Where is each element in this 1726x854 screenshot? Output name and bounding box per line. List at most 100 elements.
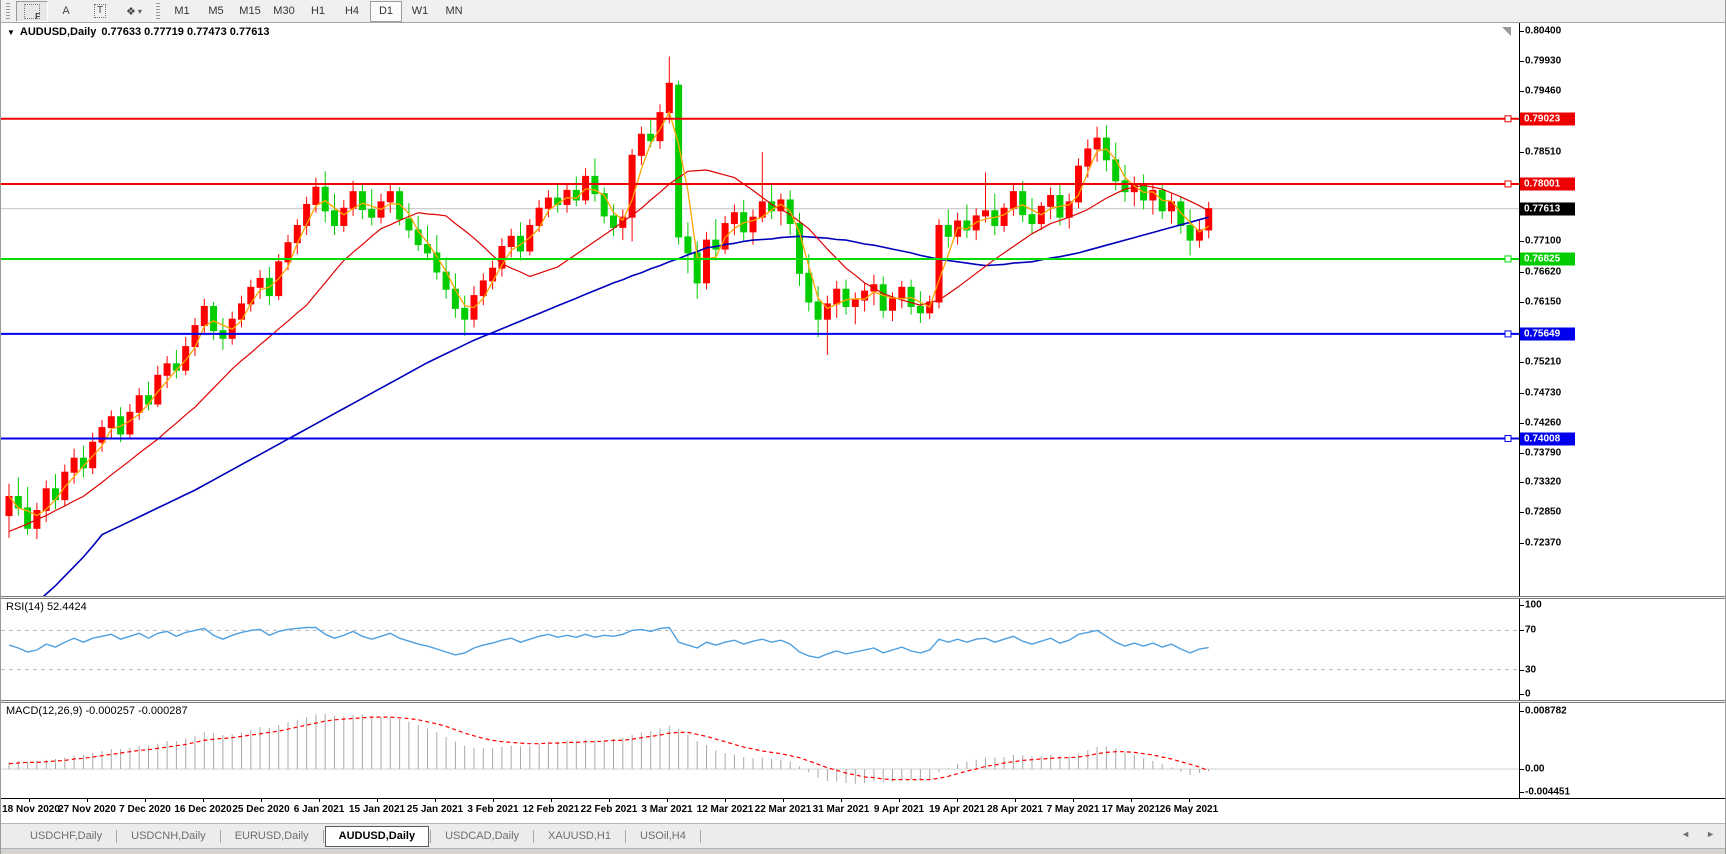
time-axis-tick: [1131, 799, 1132, 802]
macd-pane[interactable]: MACD(12,26,9) -0.000257 -0.000287 0.0087…: [1, 703, 1726, 798]
candle: [601, 187, 607, 223]
line-handle[interactable]: [1505, 181, 1511, 187]
tab-scroll-right-icon[interactable]: ►: [1706, 829, 1715, 839]
candle: [443, 257, 449, 298]
timeframe-button-w1[interactable]: W1: [404, 1, 436, 22]
time-axis-label: 17 May 2021: [1102, 804, 1160, 815]
price-axis-label: 0.74260: [1525, 417, 1561, 428]
timeframe-button-mn[interactable]: MN: [438, 1, 470, 22]
timeframe-button-h1[interactable]: H1: [302, 1, 334, 22]
candle: [936, 219, 942, 308]
tab-scroll-left-icon[interactable]: ◄: [1681, 829, 1690, 839]
macd-axis-tick: [1520, 792, 1524, 793]
timeframe-button-h4[interactable]: H4: [336, 1, 368, 22]
price-axis-tick: [1520, 91, 1524, 92]
chevron-down-icon: ▾: [138, 7, 142, 16]
horizontal-level-line[interactable]: [1, 181, 1519, 187]
chart-title-ohlc: 0.77633 0.77719 0.77473 0.77613: [101, 26, 269, 38]
candle: [806, 254, 812, 311]
rsi-pane[interactable]: RSI(14) 52.4424 10070300: [1, 599, 1726, 700]
horizontal-level-line[interactable]: [1, 116, 1519, 122]
time-axis-tick: [261, 799, 262, 802]
timeframe-button-m30[interactable]: M30: [268, 1, 300, 22]
time-axis-label: 22 Feb 2021: [581, 804, 638, 815]
time-axis-tick: [1073, 799, 1074, 802]
candle: [1169, 194, 1175, 224]
timeframe-button-m1[interactable]: M1: [166, 1, 198, 22]
macd-axis-label: 0.00: [1525, 764, 1544, 775]
chart-tab-usdcad[interactable]: USDCAD,Daily: [432, 827, 532, 846]
chart-tab-eurusd[interactable]: EURUSD,Daily: [222, 827, 322, 846]
chart-tab-usdcnh[interactable]: USDCNH,Daily: [118, 827, 219, 846]
time-axis-tick: [551, 799, 552, 802]
price-badge: 0.74008: [1520, 432, 1575, 445]
chart-tab-xauusd[interactable]: XAUUSD,H1: [535, 827, 624, 846]
price-axis-tick: [1520, 543, 1524, 544]
price-axis-tick: [1520, 393, 1524, 394]
candle: [1206, 202, 1212, 238]
arrows-tool-button[interactable]: ❖▾: [118, 1, 150, 22]
price-axis-label: 0.77100: [1525, 236, 1561, 247]
line-handle[interactable]: [1505, 256, 1511, 262]
macd-plot: [1, 703, 1519, 798]
text-label-tool-button[interactable]: T: [84, 1, 116, 22]
candle: [769, 184, 775, 219]
symbol-dropdown-icon[interactable]: ▼: [7, 28, 15, 37]
chart-tab-audusd[interactable]: AUDUSD,Daily: [325, 826, 429, 847]
line-handle[interactable]: [1505, 331, 1511, 337]
time-axis-label: 3 Mar 2021: [641, 804, 692, 815]
tab-separator: [220, 830, 221, 843]
price-axis-tick: [1520, 241, 1524, 242]
candle: [359, 184, 365, 219]
time-axis-label: 6 Jan 2021: [294, 804, 345, 815]
time-axis-label: 25 Dec 2020: [232, 804, 289, 815]
time-axis-tick: [725, 799, 726, 802]
time-axis-tick: [435, 799, 436, 802]
time-axis-label: 22 Mar 2021: [755, 804, 812, 815]
fibonacci-tool-button[interactable]: F: [16, 1, 48, 22]
time-axis-label: 18 Nov 2020: [2, 804, 60, 815]
price-badge: 0.75649: [1520, 327, 1575, 340]
horizontal-level-line[interactable]: [1, 256, 1519, 262]
trading-platform-window: FAT❖▾ M1M5M15M30H1H4D1W1MN ▼ AUDUSD,Daily…: [0, 0, 1726, 854]
price-axis-border: [1519, 23, 1520, 596]
time-axis-label: 26 May 2021: [1160, 804, 1218, 815]
chart-tab-usoil[interactable]: USOil,H4: [627, 827, 699, 846]
timeframe-button-m5[interactable]: M5: [200, 1, 232, 22]
time-axis-label: 7 Dec 2020: [119, 804, 171, 815]
time-axis-tick: [841, 799, 842, 802]
toolbar-grip[interactable]: [156, 3, 160, 19]
chart-tab-usdchf[interactable]: USDCHF,Daily: [17, 827, 115, 846]
main-chart-pane[interactable]: ▼ AUDUSD,Daily 0.77633 0.77719 0.77473 0…: [1, 23, 1726, 596]
text-tool-button[interactable]: A: [50, 1, 82, 22]
horizontal-level-line[interactable]: [1, 436, 1519, 442]
candle: [685, 222, 691, 273]
time-axis-label: 27 Nov 2020: [58, 804, 116, 815]
macd-signal-line: [9, 717, 1209, 780]
time-axis-tick: [1189, 799, 1190, 802]
candlestick-plot[interactable]: [1, 23, 1519, 596]
candle: [6, 484, 12, 538]
candle: [155, 366, 161, 407]
price-badge: 0.78001: [1520, 178, 1575, 191]
rsi-axis-border: [1519, 599, 1520, 700]
price-axis-tick: [1520, 453, 1524, 454]
timeframe-button-m15[interactable]: M15: [234, 1, 266, 22]
candles: [6, 57, 1212, 540]
candle: [1029, 198, 1035, 234]
candle: [15, 477, 21, 515]
line-handle[interactable]: [1505, 436, 1511, 442]
time-axis[interactable]: 18 Nov 202027 Nov 20207 Dec 202016 Dec 2…: [1, 798, 1726, 823]
time-axis-tick: [319, 799, 320, 802]
toolbar-grip[interactable]: [6, 3, 10, 19]
timeframe-button-d1[interactable]: D1: [370, 1, 402, 22]
time-axis-label: 31 Mar 2021: [813, 804, 870, 815]
line-handle[interactable]: [1505, 116, 1511, 122]
price-badge: 0.77613: [1520, 202, 1575, 215]
time-axis-tick: [1015, 799, 1016, 802]
macd-axis-label: -0.004451: [1525, 787, 1570, 798]
tab-separator: [700, 830, 701, 843]
candle: [322, 171, 328, 222]
candle: [499, 238, 505, 276]
rsi-axis-label: 70: [1525, 625, 1536, 636]
